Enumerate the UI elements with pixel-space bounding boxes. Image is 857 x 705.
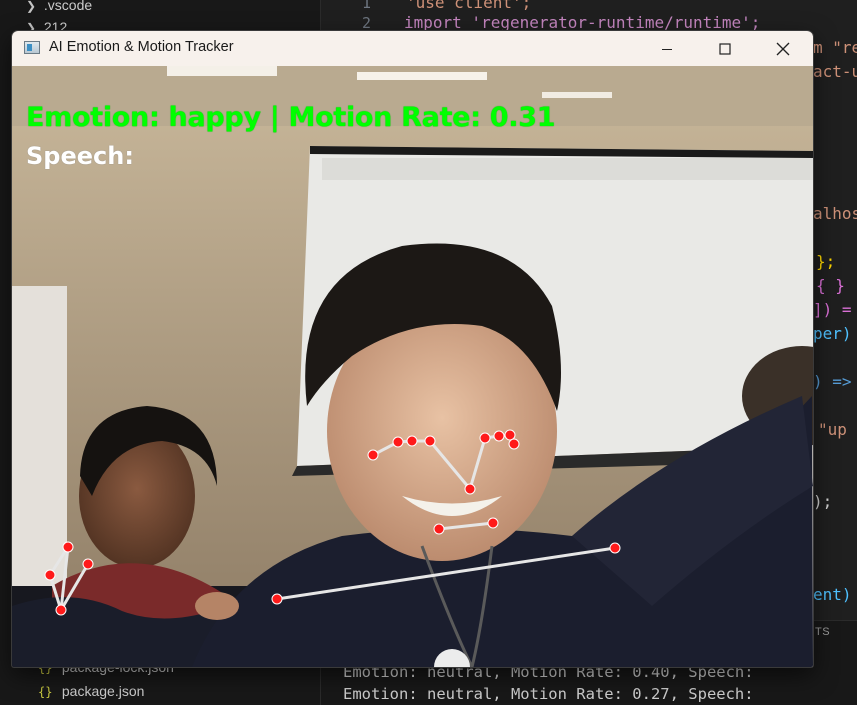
- window-title: AI Emotion & Motion Tracker: [49, 39, 234, 55]
- ceiling-light: [167, 66, 277, 76]
- code-fragment: ]) =: [813, 300, 852, 319]
- explorer-item-package-json[interactable]: {} package.json: [38, 680, 144, 702]
- landmark-point: [62, 541, 74, 553]
- code-line: import 'regenerator-runtime/runtime';: [404, 13, 761, 32]
- landmark-point: [609, 542, 621, 554]
- minimize-button[interactable]: [638, 31, 696, 66]
- landmark-point: [392, 436, 404, 448]
- landmark-point: [464, 483, 476, 495]
- landmark-point: [55, 604, 67, 616]
- landmark-point: [508, 438, 520, 450]
- code-fragment: "up a: [818, 420, 857, 439]
- window-titlebar[interactable]: AI Emotion & Motion Tracker: [12, 31, 813, 66]
- close-button[interactable]: [754, 31, 812, 66]
- terminal-tab[interactable]: TS: [815, 626, 830, 638]
- landmark-point: [504, 429, 516, 441]
- minimize-icon: [662, 48, 672, 50]
- speech-overlay-text: Speech:: [26, 142, 134, 170]
- landmark-point: [271, 593, 283, 605]
- app-icon: [24, 41, 40, 54]
- ceiling-light: [542, 92, 612, 98]
- explorer-item-label: .vscode: [43, 0, 93, 13]
- code-fragment: alhost: [813, 204, 857, 223]
- emotion-overlay-text: Emotion: happy | Motion Rate: 0.31: [26, 102, 556, 133]
- chevron-right-icon: ❯: [25, 0, 37, 13]
- explorer-item-vscode[interactable]: ❯ .vscode: [22, 0, 92, 16]
- tracker-window[interactable]: AI Emotion & Motion Tracker Emotion: hap…: [12, 31, 813, 667]
- maximize-button[interactable]: [696, 31, 754, 66]
- code-fragment: ent) =: [813, 585, 852, 604]
- code-fragment: );: [813, 492, 833, 511]
- landmark-point: [493, 430, 505, 442]
- ceiling-light: [357, 72, 487, 80]
- code-fragment: act-u: [813, 62, 857, 81]
- line-number: 2: [361, 14, 371, 32]
- close-icon: [776, 42, 790, 55]
- code-fragment: { }: [816, 276, 845, 295]
- code-fragment: m "re: [813, 38, 857, 57]
- line-number: 1: [361, 0, 371, 12]
- webcam-feed: Emotion: happy | Motion Rate: 0.31 Speec…: [12, 66, 813, 667]
- landmark-point: [406, 435, 418, 447]
- landmark-point: [367, 449, 379, 461]
- code-fragment: ) =>: [813, 372, 852, 391]
- code-fragment: per) =: [813, 324, 852, 343]
- landmark-point: [44, 569, 56, 581]
- landmark-point: [487, 517, 499, 529]
- json-icon: {}: [38, 685, 53, 699]
- code-line: 'use client';: [406, 0, 532, 12]
- explorer-item-label: package.json: [61, 683, 145, 699]
- landmark-point: [82, 558, 94, 570]
- code-fragment: };: [816, 252, 836, 271]
- landmark-point: [424, 435, 436, 447]
- landmark-point: [479, 432, 491, 444]
- landmark-point: [433, 523, 445, 535]
- terminal-line: Emotion: neutral, Motion Rate: 0.27, Spe…: [343, 685, 754, 703]
- maximize-icon: [719, 42, 731, 55]
- person-background-left: [12, 286, 67, 586]
